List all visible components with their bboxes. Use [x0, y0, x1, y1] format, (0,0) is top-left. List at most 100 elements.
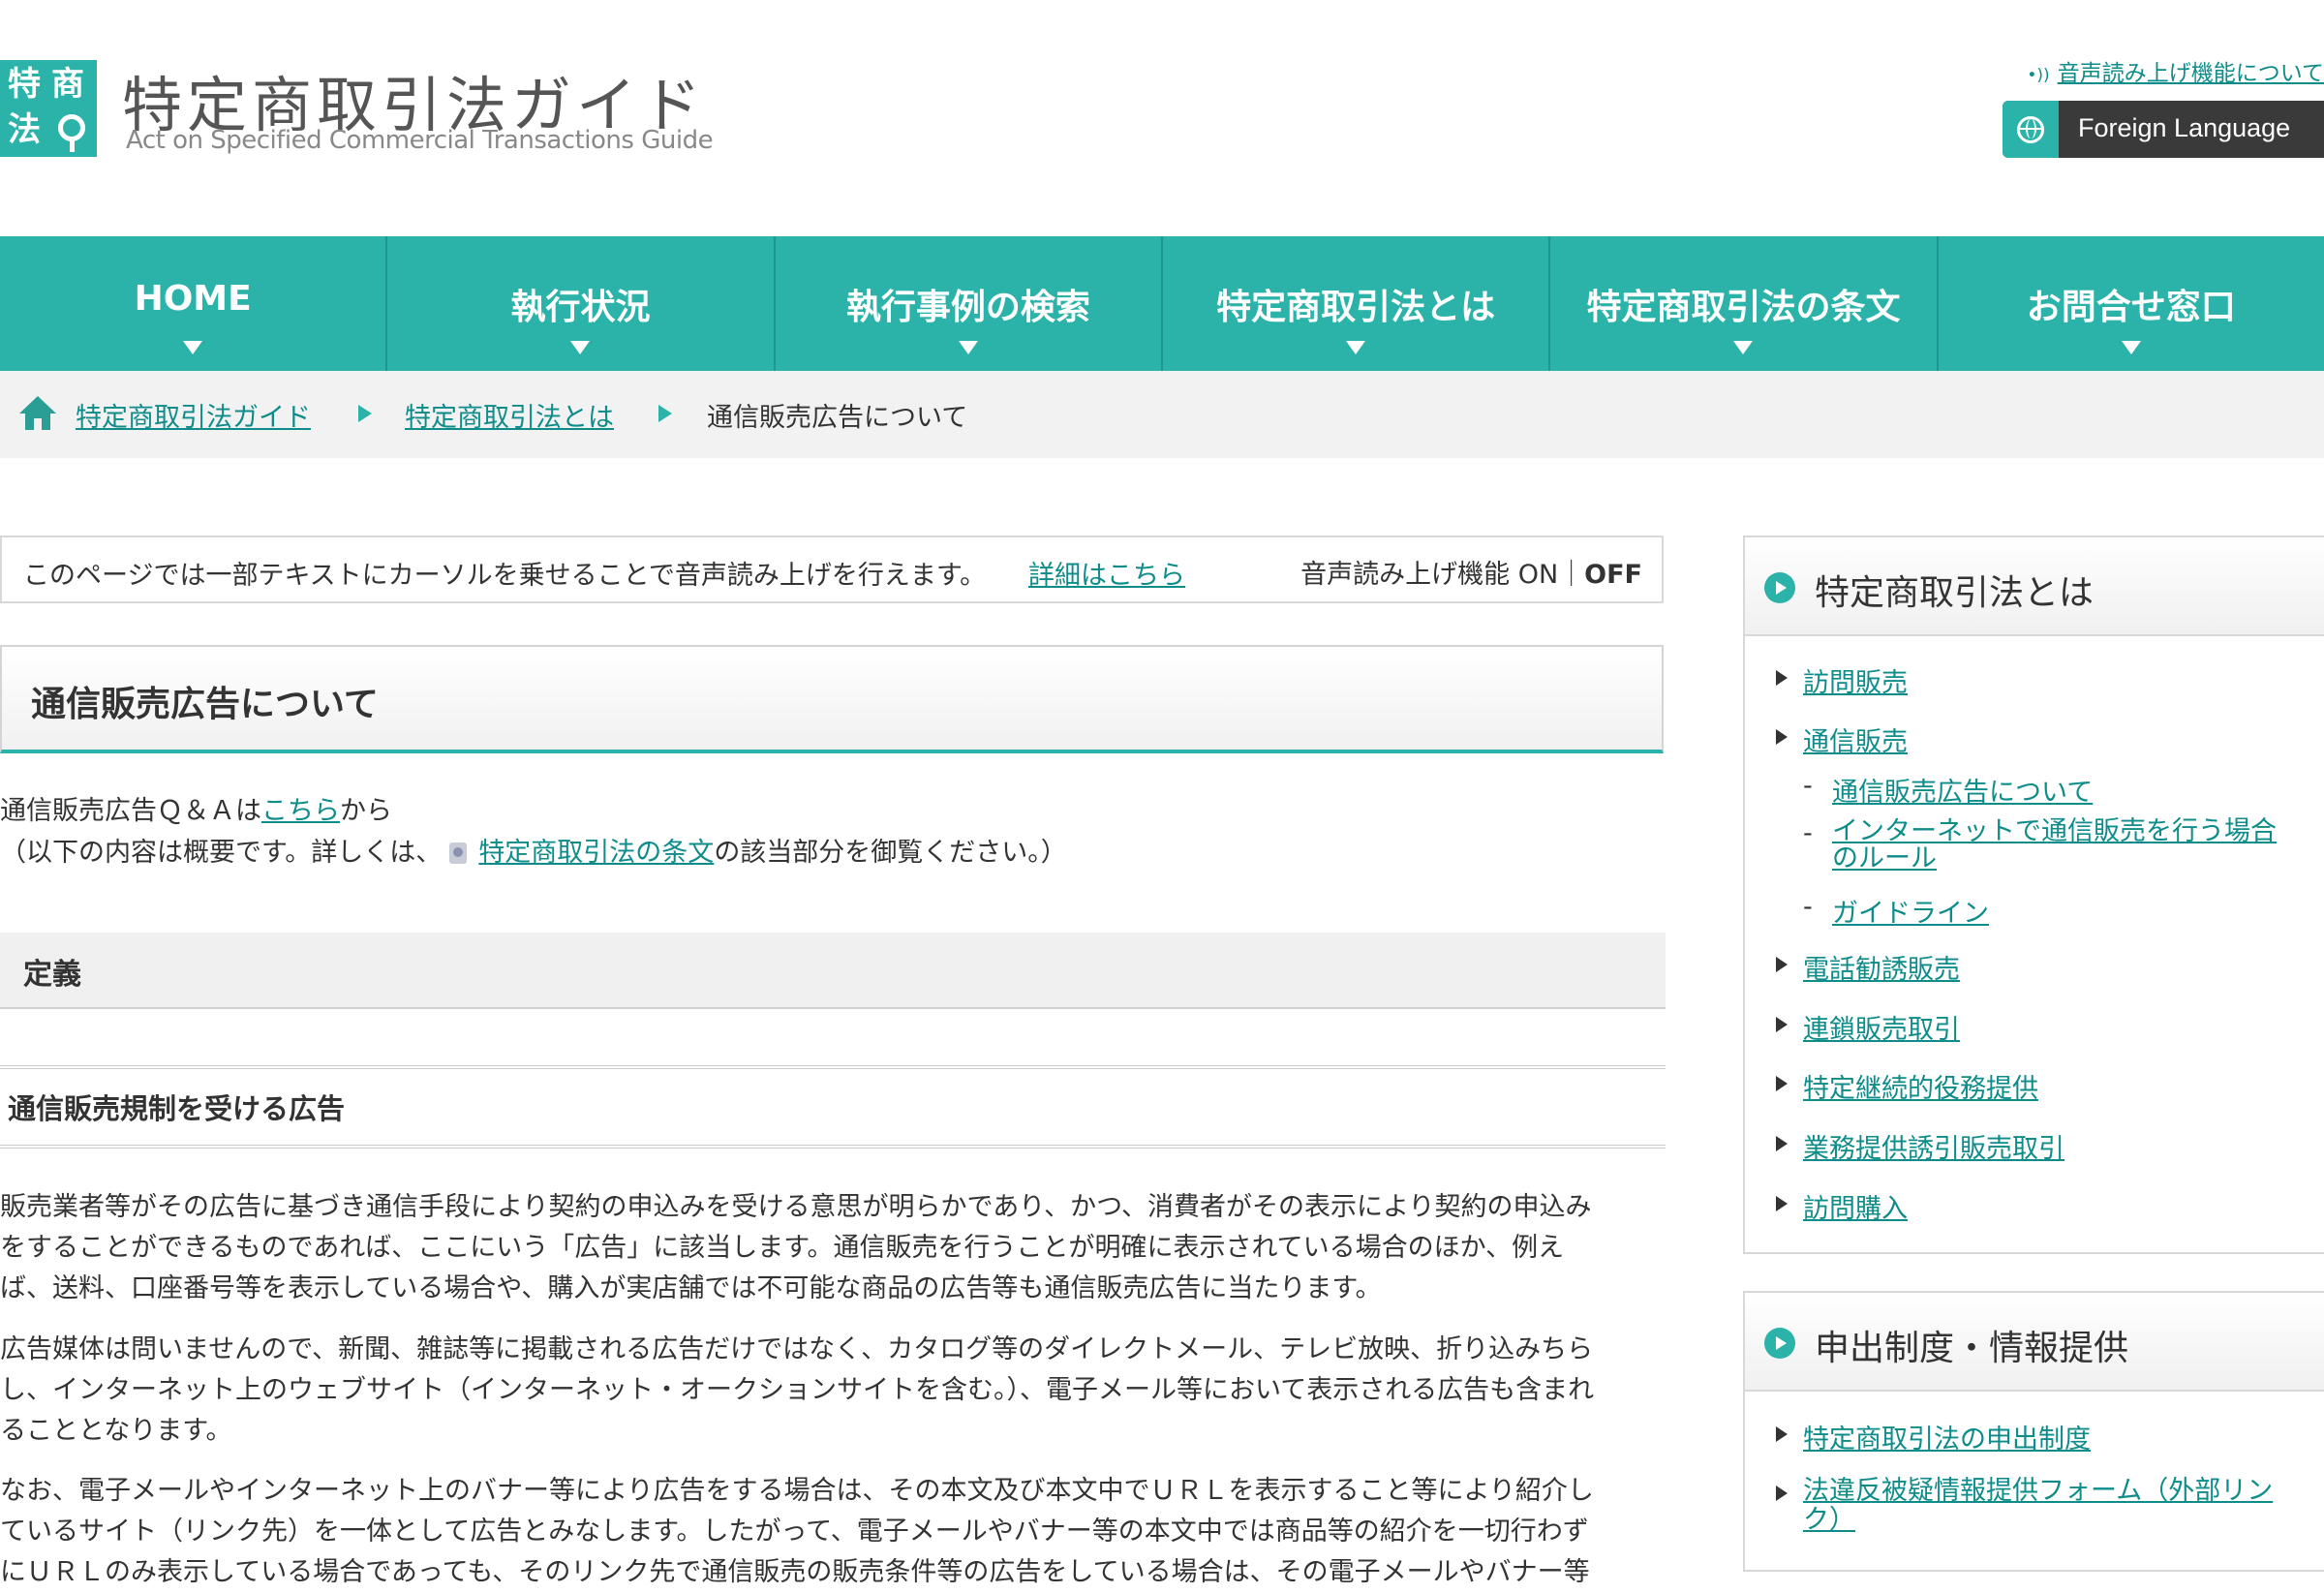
site-subtitle: Act on Specified Commercial Transactions…: [126, 126, 714, 155]
sidebar-box-title: 特定商取引法とは: [1815, 573, 2095, 613]
logo-char-2: 商: [51, 65, 84, 104]
chevron-down-icon: [958, 341, 978, 354]
speaker-waves-icon: •)): [2027, 66, 2050, 85]
list-bullet-icon: [1776, 1136, 1788, 1151]
subsection-heading: 通信販売規制を受ける広告: [0, 1065, 1666, 1149]
global-nav: HOME 執行状況 執行事例の検索 特定商取引法とは 特定商取引法の条文 お問合…: [0, 236, 2324, 371]
sidebar-item-line: 法違反被疑情報提供フォーム（外部リン: [1803, 1476, 2274, 1506]
tts-toggle-off[interactable]: OFF: [1584, 560, 1642, 590]
sidebar-item-telemarketing[interactable]: 電話勧誘販売: [1803, 948, 1960, 986]
list-bullet-icon: [1776, 729, 1788, 745]
globe-icon-box: [2003, 101, 2059, 158]
chevron-down-icon: [1346, 341, 1366, 354]
section-heading-text: 定義: [23, 958, 81, 992]
paragraph-line: にＵＲＬのみ表示している場合であっても、そのリンク先で通信販売の販売条件等の広告…: [0, 1557, 1590, 1587]
nav-item-contact[interactable]: お問合せ窓口: [1939, 236, 2324, 371]
paragraph-line: をすることができるものであれば、ここにいう「広告」に該当します。通信販売を行うこ…: [0, 1233, 1565, 1263]
note-line: （以下の内容は概要です。詳しくは、 特定商取引法の条文の該当部分を御覧ください。）: [0, 833, 1067, 873]
sidebar-item-business-opportunity[interactable]: 業務提供誘引販売取引: [1803, 1127, 2064, 1165]
nav-label: 執行状況: [510, 288, 651, 327]
list-bullet-icon: [1776, 1426, 1788, 1442]
note-prefix: （以下の内容は概要です。詳しくは、: [0, 838, 443, 868]
tts-info-link[interactable]: 音声読み上げ機能について: [2058, 61, 2324, 86]
circle-arrow-icon: [1764, 1328, 1795, 1359]
magnifier-handle: [70, 139, 75, 152]
qa-prefix: 通信販売広告Ｑ＆Ａは: [0, 796, 261, 826]
breadcrumb-current: 通信販売広告について: [707, 403, 968, 433]
paragraph-line: なお、電子メールやインターネット上のバナー等により広告をする場合は、その本文及び…: [0, 1476, 1594, 1506]
sidebar-subitem-guidelines[interactable]: ガイドライン: [1832, 892, 1989, 930]
sidebar-item-continuous-services[interactable]: 特定継続的役務提供: [1803, 1067, 2038, 1105]
sidebar-item-reporting-system[interactable]: 特定商取引法の申出制度: [1803, 1418, 2091, 1455]
paragraph-line: し、インターネット上のウェブサイト（インターネット・オークションサイトを含む。）…: [0, 1375, 1595, 1405]
sidebar-box-header: 申出制度・情報提供: [1745, 1293, 2324, 1392]
chevron-down-icon: [570, 341, 591, 354]
sub-bullet: -: [1803, 892, 1813, 922]
sidebar-item-home-purchase[interactable]: 訪問購入: [1803, 1187, 1908, 1225]
paragraph-line: ることとなります。: [0, 1416, 232, 1446]
qa-line: 通信販売広告Ｑ＆Ａはこちらから: [0, 791, 392, 832]
breadcrumb-arrow-icon: [358, 405, 372, 422]
site-logo[interactable]: 特 商 法 特定商取引法ガイド Act on Specified Commerc…: [0, 60, 736, 157]
logo-char-3: 法: [8, 110, 41, 149]
list-bullet-icon: [1776, 1017, 1788, 1032]
list-bullet-icon: [1776, 670, 1788, 686]
nav-item-about-act[interactable]: 特定商取引法とは: [1163, 236, 1551, 371]
nav-label: HOME: [134, 279, 252, 319]
globe-icon: [2017, 116, 2044, 143]
paragraph-line: ているサイト（リンク先）を一体として広告とみなします。したがって、電子メールやバ…: [0, 1516, 1589, 1547]
sidebar-item-mlm[interactable]: 連鎖販売取引: [1803, 1008, 1960, 1046]
sub-bullet: -: [1803, 818, 1813, 848]
nav-item-home[interactable]: HOME: [0, 236, 388, 371]
nav-item-enforcement-status[interactable]: 執行状況: [387, 236, 776, 371]
body-paragraph-3: なお、電子メールやインターネット上のバナー等により広告をする場合は、その本文及び…: [0, 1471, 1664, 1593]
tts-details-link[interactable]: 詳細はこちら: [1028, 554, 1185, 592]
list-bullet-icon: [1776, 1486, 1788, 1501]
body-paragraph-2: 広告媒体は問いませんので、新聞、雑誌等に掲載される広告だけではなく、カタログ等の…: [0, 1330, 1664, 1452]
sidebar-box-title: 申出制度・情報提供: [1815, 1329, 2129, 1368]
sidebar-item-mail-order[interactable]: 通信販売: [1803, 720, 1908, 758]
tts-info: •)) 音声読み上げ機能について: [2027, 54, 2324, 87]
breadcrumb-link-guide[interactable]: 特定商取引法ガイド: [76, 396, 311, 434]
tts-toggle[interactable]: 音声読み上げ機能 ON｜OFF: [1300, 553, 1642, 591]
sidebar-subitem-mail-order-ads[interactable]: 通信販売広告について: [1832, 771, 2093, 809]
tts-toggle-on[interactable]: 音声読み上げ機能 ON｜: [1300, 560, 1584, 590]
document-icon: [449, 842, 468, 864]
list-bullet-icon: [1776, 1076, 1788, 1091]
circle-arrow-icon: [1764, 572, 1795, 603]
section-heading-definition: 定義: [0, 933, 1666, 1009]
logo-mark: 特 商 法: [0, 60, 97, 157]
nav-item-case-search[interactable]: 執行事例の検索: [776, 236, 1163, 371]
foreign-language-button[interactable]: Foreign Language: [2003, 101, 2324, 158]
sidebar-item-violation-report-form[interactable]: 法違反被疑情報提供フォーム（外部リン ク）: [1803, 1477, 2273, 1535]
tts-notice-bar: このページでは一部テキストにカーソルを乗せることで音声読み上げを行えます。 詳細…: [0, 536, 1664, 603]
breadcrumb-link-about-act[interactable]: 特定商取引法とは: [405, 396, 614, 434]
sub-bullet: -: [1803, 771, 1813, 801]
page-title-box: 通信販売広告について: [0, 645, 1664, 753]
breadcrumb: 特定商取引法ガイド 特定商取引法とは 通信販売広告について: [0, 371, 2324, 458]
paragraph-line: ば、送料、口座番号等を表示している場合や、購入が実店舗では不可能な商品の広告等も…: [0, 1273, 1382, 1303]
subsection-heading-text: 通信販売規制を受ける広告: [8, 1092, 346, 1125]
sidebar-item-line: ク）: [1803, 1505, 1855, 1535]
breadcrumb-arrow-icon: [658, 405, 672, 422]
paragraph-line: 販売業者等がその広告に基づき通信手段により契約の申込みを受ける意思が明らかであり…: [0, 1192, 1592, 1222]
magnifier-icon: [58, 114, 85, 141]
qa-link[interactable]: こちら: [261, 796, 340, 826]
sidebar-subitem-line: インターネットで通信販売を行う場合: [1832, 816, 2277, 846]
chevron-down-icon: [183, 341, 203, 354]
nav-label: 特定商取引法の条文: [1586, 288, 1901, 327]
list-bullet-icon: [1776, 1196, 1788, 1211]
chevron-down-icon: [2121, 341, 2141, 354]
tts-notice-text: このページでは一部テキストにカーソルを乗せることで音声読み上げを行えます。: [23, 561, 987, 591]
nav-label: 特定商取引法とは: [1216, 288, 1496, 327]
sidebar-item-door-to-door[interactable]: 訪問販売: [1803, 661, 1908, 699]
nav-label: 執行事例の検索: [845, 288, 1090, 327]
logo-char-1: 特: [8, 65, 41, 104]
sidebar-box-header: 特定商取引法とは: [1745, 537, 2324, 636]
sidebar-subitem-line: のルール: [1832, 843, 1937, 873]
foreign-language-label: Foreign Language: [2078, 113, 2291, 142]
sidebar-subitem-internet-rules[interactable]: インターネットで通信販売を行う場合 のルール: [1832, 818, 2277, 873]
act-text-link[interactable]: 特定商取引法の条文: [478, 838, 714, 868]
nav-item-act-text[interactable]: 特定商取引法の条文: [1550, 236, 1939, 371]
qa-suffix: から: [340, 796, 392, 826]
